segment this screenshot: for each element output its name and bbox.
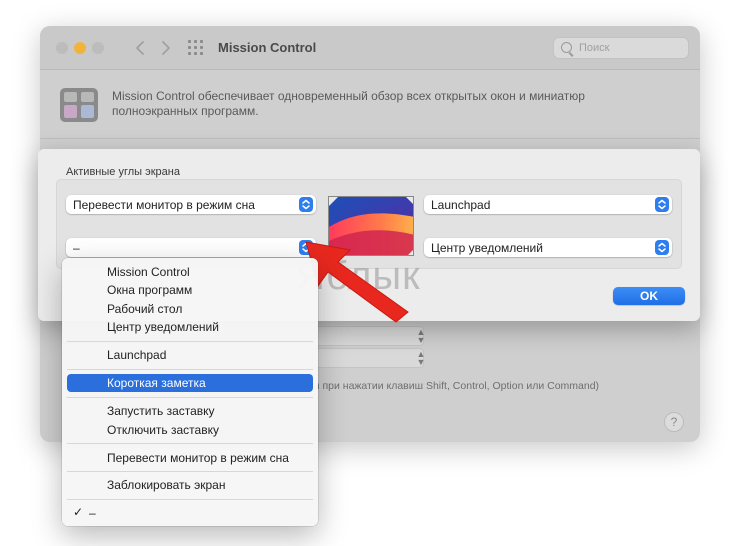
menu-item-display-sleep[interactable]: Перевести монитор в режим сна [67,449,313,467]
help-button[interactable]: ? [664,412,684,432]
menu-item-quick-note[interactable]: Короткая заметка [67,374,313,392]
menu-separator [67,369,313,370]
checkmark-icon: ✓ [73,505,84,519]
updown-chevron-icon [655,240,669,255]
mission-control-app-icon [60,88,98,122]
forward-button[interactable] [156,37,176,59]
stepper-icon: ▲ ▼ [416,349,426,367]
menu-item-desktop[interactable]: Рабочий стол [67,300,313,318]
chevron-left-icon [136,41,144,55]
bottom-right-corner-value: Центр уведомлений [431,241,543,255]
menu-separator [67,499,313,500]
menu-item-notification-center[interactable]: Центр уведомлений [67,318,313,336]
modifier-hint-text: ы при нажатии клавиш Shift, Control, Opt… [312,380,600,392]
menu-separator [67,397,313,398]
background-popup-2 [312,348,424,368]
updown-chevron-icon [655,197,669,212]
search-placeholder: Поиск [579,42,610,54]
updown-chevron-icon [299,197,313,212]
updown-chevron-icon [299,240,313,255]
menu-item-start-screensaver[interactable]: Запустить заставку [67,402,313,420]
bottom-right-corner-popup[interactable]: Центр уведомлений [424,238,672,257]
section-divider [40,138,700,139]
wallpaper-preview [329,197,413,255]
close-button[interactable] [56,42,68,54]
back-button[interactable] [130,37,150,59]
screenshot-stage: Mission Control Поиск Mission Control об… [0,0,740,546]
bottom-left-corner-popup[interactable]: – [66,238,316,257]
stepper-icon: ▲ ▼ [416,327,426,345]
menu-separator [67,443,313,444]
menu-item-lock-screen[interactable]: Заблокировать экран [67,476,313,494]
window-title: Mission Control [218,40,317,55]
menu-item-launchpad[interactable]: Launchpad [67,346,313,364]
show-all-grid-icon[interactable] [188,40,206,56]
menu-separator [67,341,313,342]
top-left-corner-value: Перевести монитор в режим сна [73,198,255,212]
menu-item-app-windows[interactable]: Окна программ [67,281,313,299]
hot-corners-label: Активные углы экрана [66,166,180,178]
search-field[interactable]: Поиск [553,37,689,59]
desktop-preview-image [328,196,414,256]
description-text: Mission Control обеспечивает одновременн… [112,89,585,118]
bottom-left-corner-value: – [73,241,80,255]
search-icon [561,42,572,53]
minimize-button[interactable] [74,42,86,54]
top-right-corner-popup[interactable]: Launchpad [424,195,672,214]
menu-item-none[interactable]: ✓ – [67,504,313,522]
corner-action-dropdown-menu: Mission Control Окна программ Рабочий ст… [62,258,318,526]
top-right-corner-value: Launchpad [431,198,491,212]
zoom-button[interactable] [92,42,104,54]
background-popup-1 [312,326,424,346]
menu-item-disable-screensaver[interactable]: Отключить заставку [67,421,313,439]
top-left-corner-popup[interactable]: Перевести монитор в режим сна [66,195,316,214]
chevron-right-icon [162,41,170,55]
title-bar: Mission Control Поиск [40,26,700,70]
menu-item-mission-control[interactable]: Mission Control [67,263,313,281]
menu-separator [67,471,313,472]
ok-button[interactable]: OK [613,287,685,305]
